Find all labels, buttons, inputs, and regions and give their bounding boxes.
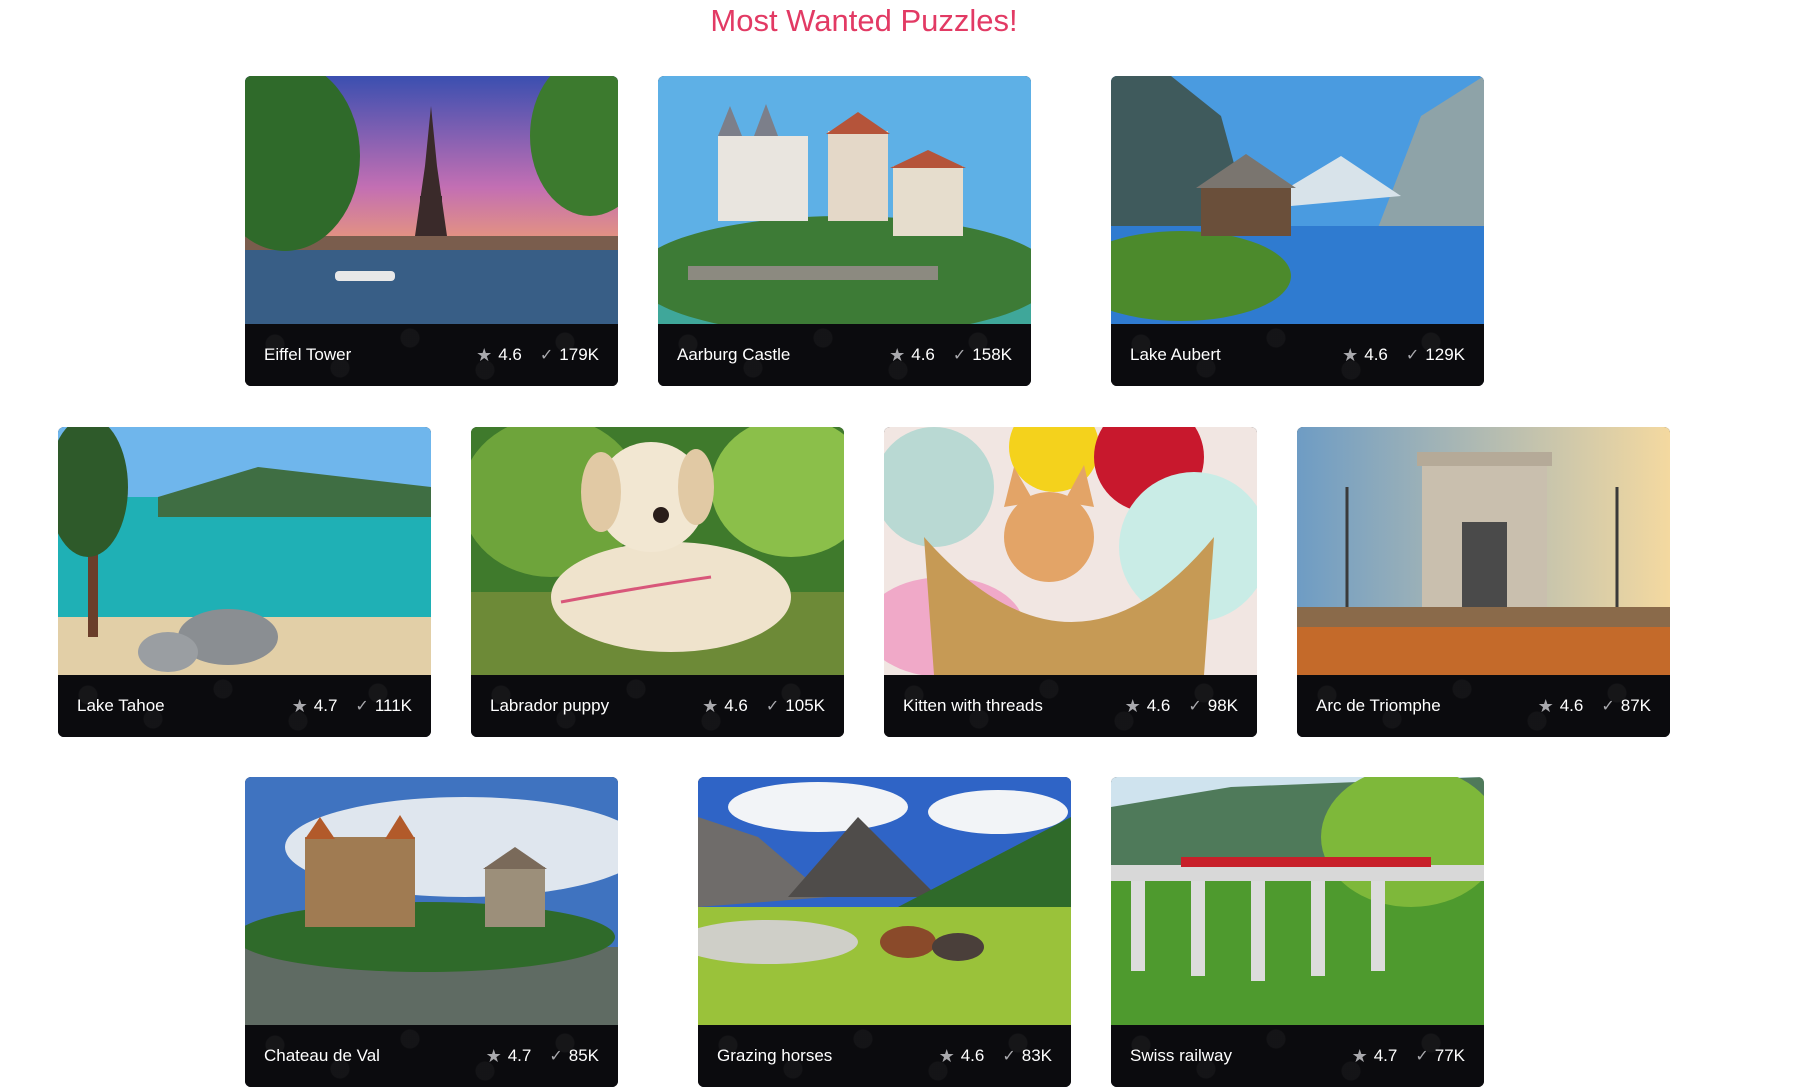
puzzle-plays: 85K: [568, 1046, 599, 1065]
puzzle-card-eiffel-tower[interactable]: Eiffel Tower ★ 4.6 ✓ 179K: [245, 76, 618, 386]
star-icon: ★: [1124, 695, 1141, 716]
checkmark-icon: ✓: [1405, 346, 1420, 364]
lake-aubert-photo: [1111, 76, 1484, 324]
puzzle-stats: ★ 4.6 ✓ 98K: [1125, 696, 1238, 716]
puzzle-stats: ★ 4.6 ✓ 129K: [1342, 345, 1465, 365]
puzzle-stats: ★ 4.6 ✓ 87K: [1538, 696, 1651, 716]
puzzle-plays: 158K: [972, 345, 1012, 364]
puzzle-plays: 98K: [1207, 696, 1238, 715]
puzzle-plays: 77K: [1434, 1046, 1465, 1065]
puzzle-plays: 129K: [1425, 345, 1465, 364]
puzzle-plays: 83K: [1021, 1046, 1052, 1065]
puzzle-caption: Chateau de Val ★ 4.7 ✓ 85K: [245, 1025, 618, 1087]
puzzle-card-aarburg-castle[interactable]: Aarburg Castle ★ 4.6 ✓ 158K: [658, 76, 1031, 386]
star-icon: ★: [1351, 1045, 1368, 1066]
puzzle-rating: 4.6: [960, 1046, 985, 1065]
puzzle-caption: Kitten with threads ★ 4.6 ✓ 98K: [884, 675, 1257, 737]
puzzle-stats: ★ 4.7 ✓ 85K: [486, 1046, 599, 1066]
puzzle-rating: 4.6: [498, 345, 522, 364]
puzzle-caption: Lake Tahoe ★ 4.7 ✓ 111K: [58, 675, 431, 737]
puzzle-rating: 4.6: [724, 696, 748, 715]
puzzle-stats: ★ 4.7 ✓ 77K: [1352, 1046, 1465, 1066]
puzzle-card-lake-tahoe[interactable]: Lake Tahoe ★ 4.7 ✓ 111K: [58, 427, 431, 737]
puzzle-name: Lake Aubert: [1130, 345, 1221, 364]
star-icon: ★: [702, 695, 719, 716]
puzzle-name: Eiffel Tower: [264, 345, 352, 364]
puzzle-caption: Aarburg Castle ★ 4.6 ✓ 158K: [658, 324, 1031, 386]
puzzle-caption: Arc de Triomphe ★ 4.6 ✓ 87K: [1297, 675, 1670, 737]
star-icon: ★: [1537, 695, 1554, 716]
star-icon: ★: [485, 1045, 502, 1066]
page-title: Most Wanted Puzzles!: [710, 3, 1018, 38]
checkmark-icon: ✓: [549, 1047, 563, 1065]
checkmark-icon: ✓: [1002, 1047, 1016, 1065]
labrador-puppy-photo: [471, 427, 844, 675]
puzzle-rating: 4.6: [1364, 345, 1388, 364]
puzzle-stats: ★ 4.6 ✓ 158K: [889, 345, 1012, 365]
eiffel-tower-photo: [245, 76, 618, 324]
puzzle-name: Grazing horses: [717, 1046, 833, 1065]
star-icon: ★: [1342, 344, 1359, 365]
puzzle-caption: Grazing horses ★ 4.6 ✓ 83K: [698, 1025, 1071, 1087]
puzzle-name: Lake Tahoe: [77, 696, 165, 715]
chateau-de-val-photo: [245, 777, 618, 1025]
star-icon: ★: [938, 1045, 955, 1066]
puzzle-rating: 4.6: [1146, 696, 1171, 715]
puzzle-caption: Swiss railway ★ 4.7 ✓ 77K: [1111, 1025, 1484, 1087]
puzzle-card-kitten-with-threads[interactable]: Kitten with threads ★ 4.6 ✓ 98K: [884, 427, 1257, 737]
puzzle-name: Kitten with threads: [903, 696, 1043, 715]
puzzle-stats: ★ 4.6 ✓ 179K: [476, 345, 599, 365]
checkmark-icon: ✓: [1188, 697, 1202, 715]
puzzle-plays: 105K: [785, 696, 825, 715]
puzzle-rating: 4.6: [911, 345, 935, 364]
puzzle-caption: Labrador puppy ★ 4.6 ✓ 105K: [471, 675, 844, 737]
puzzle-rating: 4.7: [1373, 1046, 1398, 1065]
grazing-horses-photo: [698, 777, 1071, 1025]
puzzle-name: Labrador puppy: [490, 696, 610, 715]
lake-tahoe-photo: [58, 427, 431, 675]
swiss-railway-photo: [1111, 777, 1484, 1025]
arc-de-triomphe-photo: [1297, 427, 1670, 675]
puzzle-caption: Eiffel Tower ★ 4.6 ✓ 179K: [245, 324, 618, 386]
puzzle-rating: 4.7: [507, 1046, 532, 1065]
checkmark-icon: ✓: [1415, 1047, 1429, 1065]
puzzle-card-swiss-railway[interactable]: Swiss railway ★ 4.7 ✓ 77K: [1111, 777, 1484, 1087]
puzzle-card-lake-aubert[interactable]: Lake Aubert ★ 4.6 ✓ 129K: [1111, 76, 1484, 386]
puzzle-rating: 4.6: [1559, 696, 1584, 715]
puzzle-name: Chateau de Val: [264, 1046, 380, 1065]
star-icon: ★: [889, 344, 906, 365]
puzzle-name: Arc de Triomphe: [1316, 696, 1441, 715]
puzzle-name: Aarburg Castle: [677, 345, 791, 364]
puzzle-name: Swiss railway: [1130, 1046, 1233, 1065]
puzzle-plays: 87K: [1620, 696, 1651, 715]
aarburg-castle-photo: [658, 76, 1031, 324]
checkmark-icon: ✓: [952, 346, 967, 364]
puzzle-card-labrador-puppy[interactable]: Labrador puppy ★ 4.6 ✓ 105K: [471, 427, 844, 737]
puzzle-card-grazing-horses[interactable]: Grazing horses ★ 4.6 ✓ 83K: [698, 777, 1071, 1087]
puzzle-stats: ★ 4.7 ✓ 111K: [292, 696, 412, 716]
checkmark-icon: ✓: [355, 697, 369, 715]
puzzle-caption: Lake Aubert ★ 4.6 ✓ 129K: [1111, 324, 1484, 386]
kitten-with-threads-photo: [884, 427, 1257, 675]
puzzle-card-chateau-de-val[interactable]: Chateau de Val ★ 4.7 ✓ 85K: [245, 777, 618, 1087]
puzzle-stats: ★ 4.6 ✓ 83K: [939, 1046, 1052, 1066]
checkmark-icon: ✓: [539, 346, 554, 364]
puzzle-plays: 179K: [559, 345, 599, 364]
puzzle-stats: ★ 4.6 ✓ 105K: [702, 696, 825, 716]
puzzle-rating: 4.7: [313, 696, 338, 715]
star-icon: ★: [476, 344, 493, 365]
puzzle-card-arc-de-triomphe[interactable]: Arc de Triomphe ★ 4.6 ✓ 87K: [1297, 427, 1670, 737]
checkmark-icon: ✓: [765, 697, 780, 715]
star-icon: ★: [291, 695, 308, 716]
puzzle-plays: 111K: [374, 696, 412, 715]
checkmark-icon: ✓: [1601, 697, 1615, 715]
